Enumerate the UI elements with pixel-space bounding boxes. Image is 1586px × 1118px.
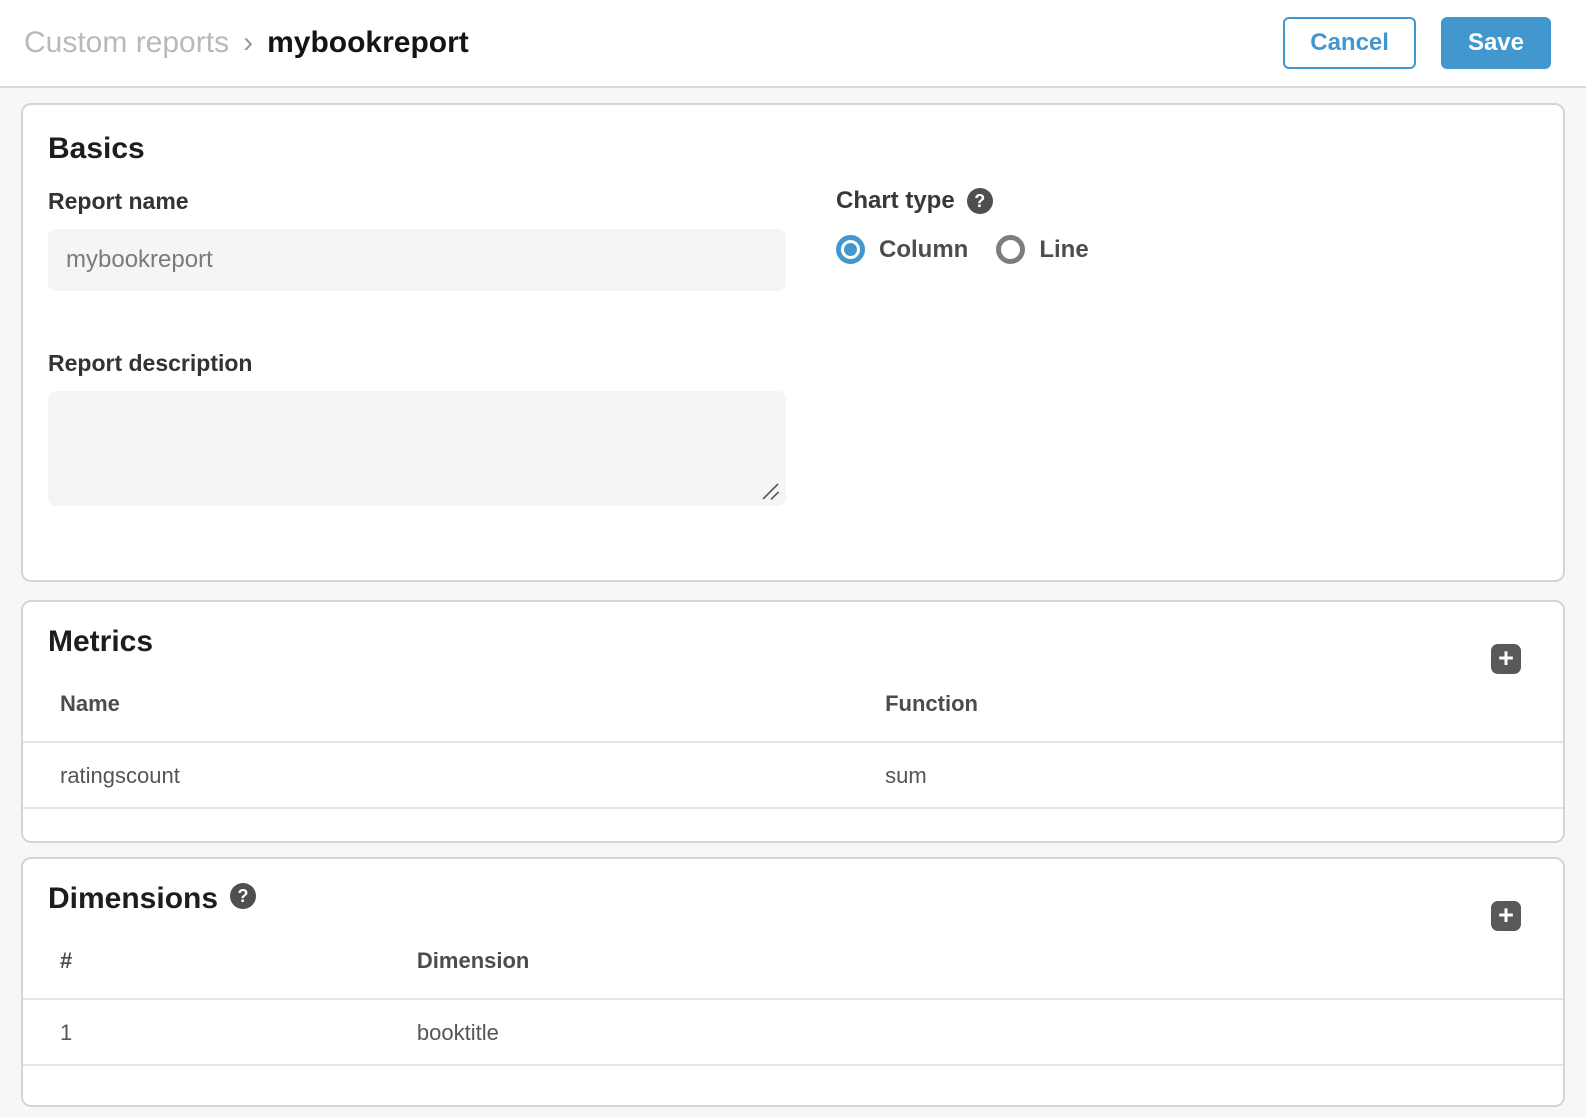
- dimensions-table-header: # Dimension: [23, 917, 1563, 1000]
- dimensions-title: Dimensions: [48, 881, 218, 917]
- metrics-table-header: Name Function: [23, 660, 1563, 743]
- cancel-button[interactable]: Cancel: [1283, 17, 1416, 69]
- resize-handle-icon[interactable]: [762, 483, 779, 500]
- report-name-input[interactable]: [48, 229, 786, 291]
- metrics-column-function: Function: [873, 690, 1563, 717]
- chart-type-option-column[interactable]: Column: [836, 235, 968, 264]
- dimensions-table: # Dimension 1 booktitle: [23, 917, 1563, 1066]
- report-form: Basics Report name Report description: [0, 88, 1586, 1107]
- radio-button-icon: [836, 235, 865, 264]
- chart-type-label: Chart type: [836, 187, 955, 215]
- custom-report-editor: Custom reports › mybookreport Cancel Sav…: [0, 0, 1586, 1107]
- breadcrumb: Custom reports › mybookreport: [24, 26, 469, 60]
- topbar-actions: Cancel Save: [1283, 17, 1551, 69]
- dimensions-column-index: #: [23, 947, 405, 974]
- metric-row[interactable]: ratingscount sum: [23, 743, 1563, 809]
- chart-type-help-icon[interactable]: ?: [967, 188, 993, 214]
- metrics-column-name: Name: [23, 690, 873, 717]
- chart-type-radio-group: Column Line: [836, 235, 1117, 264]
- chart-type-option-line[interactable]: Line: [996, 235, 1088, 264]
- radio-label: Column: [879, 236, 968, 264]
- report-name-label: Report name: [48, 187, 786, 215]
- report-description-input[interactable]: [48, 391, 786, 506]
- metrics-section: Metrics + Name Function ratingscount sum: [21, 600, 1565, 843]
- basics-section: Basics Report name Report description: [21, 103, 1565, 582]
- dimension-row[interactable]: 1 booktitle: [23, 1000, 1563, 1066]
- radio-button-icon: [996, 235, 1025, 264]
- add-dimension-button[interactable]: +: [1491, 901, 1521, 931]
- dimension-name-cell: booktitle: [405, 1019, 1563, 1046]
- report-description-label: Report description: [48, 349, 786, 377]
- metrics-title: Metrics: [48, 624, 153, 660]
- dimensions-column-dimension: Dimension: [405, 947, 1563, 974]
- add-metric-button[interactable]: +: [1491, 644, 1521, 674]
- radio-label: Line: [1039, 236, 1088, 264]
- dimensions-section: Dimensions ? + # Dimension 1 booktitle: [21, 857, 1565, 1107]
- metric-function-cell: sum: [873, 762, 1563, 789]
- plus-icon: +: [1498, 902, 1514, 929]
- dimensions-help-icon[interactable]: ?: [230, 883, 256, 909]
- page-title: mybookreport: [267, 26, 469, 60]
- topbar: Custom reports › mybookreport Cancel Sav…: [0, 0, 1586, 88]
- breadcrumb-custom-reports-link[interactable]: Custom reports: [24, 26, 229, 60]
- save-button[interactable]: Save: [1441, 17, 1551, 69]
- metric-name-cell: ratingscount: [23, 762, 873, 789]
- plus-icon: +: [1498, 645, 1514, 672]
- metrics-table: Name Function ratingscount sum: [23, 660, 1563, 809]
- dimension-index-cell: 1: [23, 1019, 405, 1046]
- basics-title: Basics: [48, 131, 1538, 167]
- chevron-right-icon: ›: [243, 26, 253, 60]
